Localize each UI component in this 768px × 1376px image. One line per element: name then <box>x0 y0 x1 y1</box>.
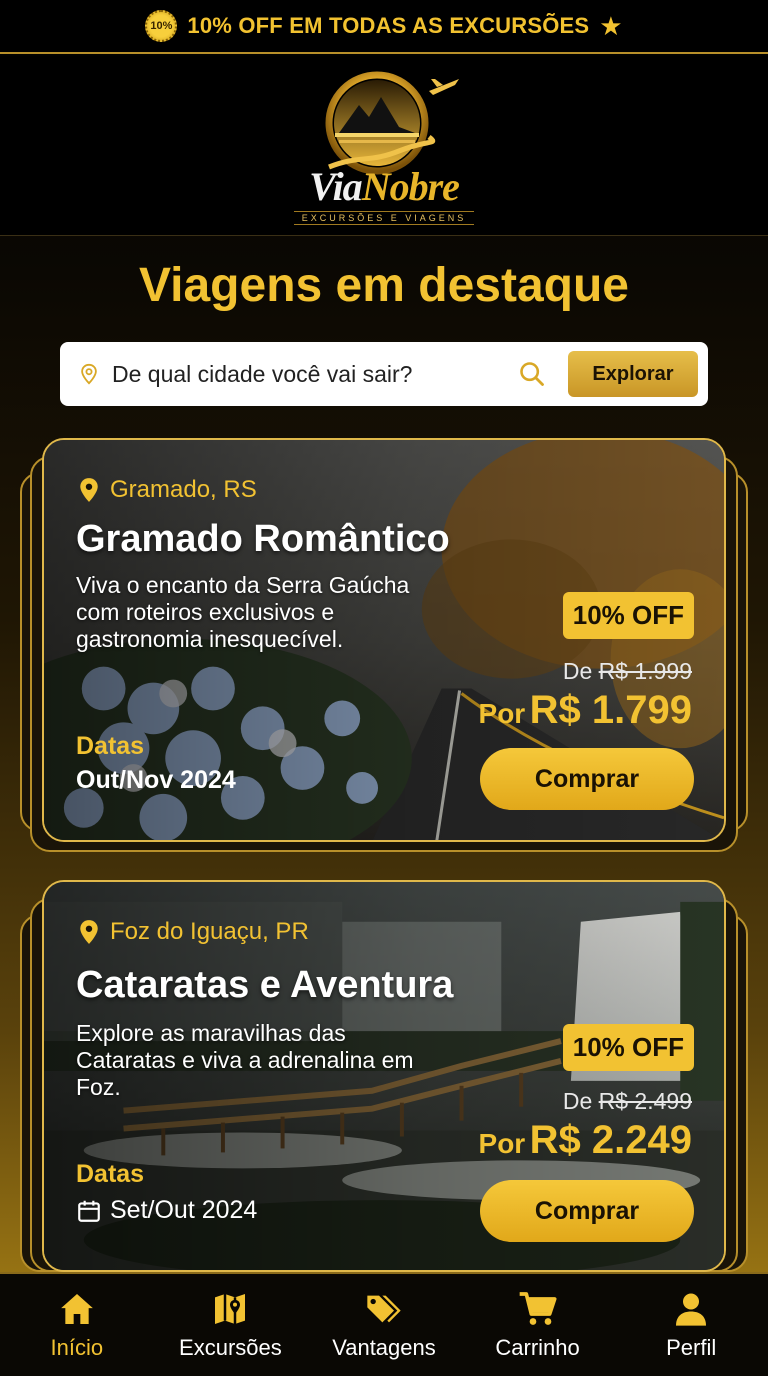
new-price-prefix: Por <box>478 1128 526 1159</box>
location-pin-icon <box>80 920 98 944</box>
header: ViaNobre EXCURSÕES E VIAGENS <box>0 56 768 236</box>
trip-card[interactable]: Foz do Iguaçu, PR Cataratas e Aventura E… <box>42 880 726 1272</box>
search-input[interactable] <box>112 360 518 388</box>
calendar-icon <box>78 1200 100 1222</box>
old-price-value: R$ 1.999 <box>598 658 692 684</box>
location-pin-icon <box>80 478 98 502</box>
dates-text: Set/Out 2024 <box>110 1196 258 1224</box>
logo-nobre: Nobre <box>361 163 460 209</box>
trip-card[interactable]: Gramado, RS Gramado Romântico Viva o enc… <box>42 438 726 842</box>
search-bar: Explorar <box>60 342 708 406</box>
new-price-prefix: Por <box>478 698 526 729</box>
trip-location: Gramado, RS <box>78 476 257 504</box>
old-price-prefix: De <box>562 658 593 684</box>
page-title: Viagens em destaque <box>139 259 629 312</box>
nav-label: Perfil <box>666 1335 717 1360</box>
trip-card-wrapper: Foz do Iguaçu, PR Cataratas e Aventura E… <box>20 880 748 1272</box>
logo-wordmark: ViaNobre <box>309 163 460 209</box>
dates-label: Datas <box>76 1160 145 1188</box>
nav-label: Vantagens <box>332 1335 436 1360</box>
new-price: Por R$ 2.249 <box>479 1118 692 1163</box>
bottom-nav: Início Excursões Vantagens Carrinho Perf… <box>0 1272 768 1376</box>
new-price-value: R$ 1.799 <box>529 688 692 732</box>
old-price-prefix: De <box>562 1088 593 1114</box>
nav-item-carrinho[interactable]: Carrinho <box>463 1289 613 1361</box>
trip-location-text: Foz do Iguaçu, PR <box>110 918 309 945</box>
new-price-value: R$ 2.249 <box>529 1118 692 1162</box>
old-price: De R$ 1.999 <box>563 658 692 685</box>
trip-location-text: Gramado, RS <box>110 476 257 503</box>
dates-value: Set/Out 2024 <box>76 1196 257 1225</box>
user-icon <box>676 1293 707 1326</box>
logo-tagline: EXCURSÕES E VIAGENS <box>293 210 475 225</box>
buy-button[interactable]: Comprar <box>480 748 694 810</box>
discount-badge: 10% OFF <box>562 592 694 639</box>
trip-location: Foz do Iguaçu, PR <box>78 918 309 946</box>
trip-description: Explore as maravilhas das Cataratas e vi… <box>76 1020 414 1100</box>
new-price: Por R$ 1.799 <box>479 688 692 733</box>
nav-item-perfil[interactable]: Perfil <box>616 1289 766 1361</box>
logo-icon[interactable] <box>299 67 469 177</box>
discount-badge-icon: 10% <box>145 10 178 42</box>
dates-text: Out/Nov 2024 <box>76 766 236 794</box>
nav-label: Início <box>50 1335 104 1360</box>
trip-card-wrapper: Gramado, RS Gramado Romântico Viva o enc… <box>20 438 748 856</box>
home-icon <box>60 1294 93 1324</box>
explore-button[interactable]: Explorar <box>568 351 698 397</box>
promo-bar: 10% 10% OFF EM TODAS AS EXCURSÕES ★ <box>0 0 768 54</box>
trip-title: Gramado Romântico <box>76 518 450 560</box>
trip-title: Cataratas e Aventura <box>76 964 454 1006</box>
star-icon: ★ <box>599 11 623 41</box>
dates-label: Datas <box>76 732 145 760</box>
search-icon[interactable] <box>518 360 546 388</box>
location-pin-icon <box>81 363 97 385</box>
logo-via: Via <box>309 163 363 209</box>
buy-button[interactable]: Comprar <box>480 1180 694 1242</box>
trip-description: Viva o encanto da Serra Gaúcha com rotei… <box>76 572 410 652</box>
cart-icon <box>519 1292 557 1325</box>
tags-icon <box>367 1295 401 1323</box>
map-icon <box>215 1294 246 1324</box>
nav-label: Carrinho <box>495 1335 580 1360</box>
discount-badge: 10% OFF <box>562 1024 694 1071</box>
nav-item-excursoes[interactable]: Excursões <box>155 1289 305 1361</box>
dates-value: Out/Nov 2024 <box>76 766 236 795</box>
nav-item-inicio[interactable]: Início <box>2 1289 152 1361</box>
nav-item-vantagens[interactable]: Vantagens <box>309 1289 459 1361</box>
promo-text: 10% OFF EM TODAS AS EXCURSÕES <box>187 13 590 38</box>
nav-label: Excursões <box>179 1335 282 1360</box>
old-price: De R$ 2.499 <box>563 1088 692 1115</box>
old-price-value: R$ 2.499 <box>598 1088 692 1114</box>
